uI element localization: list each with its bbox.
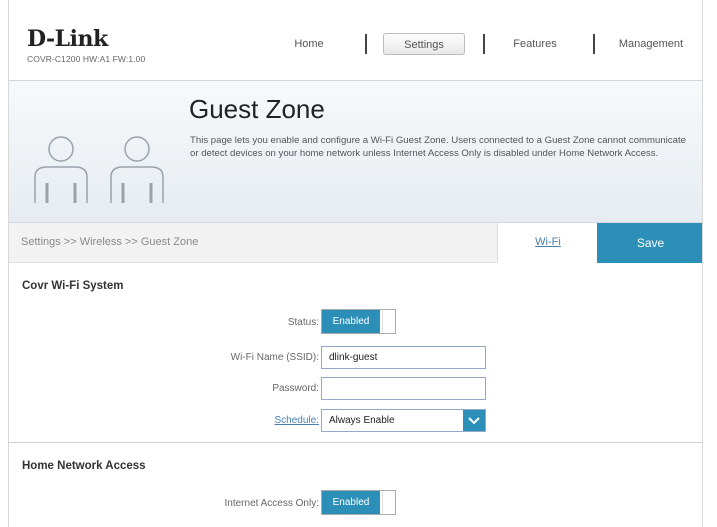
wifi-link[interactable]: Wi-Fi [498, 236, 598, 248]
status-toggle[interactable]: Enabled [321, 309, 396, 334]
ssid-input[interactable] [321, 346, 486, 369]
section-title-covr: Covr Wi-Fi System [22, 280, 124, 292]
internet-access-only-toggle[interactable]: Enabled [321, 490, 396, 515]
guest-zone-banner: Guest Zone This page lets you enable and… [9, 80, 702, 223]
ssid-label: Wi-Fi Name (SSID): [230, 352, 319, 363]
page-description: This page lets you enable and configure … [190, 135, 686, 159]
nav-management[interactable]: Management [611, 33, 691, 55]
nav-features[interactable]: Features [504, 33, 566, 55]
internet-access-only-label: Internet Access Only: [224, 498, 320, 509]
chevron-down-icon [463, 410, 485, 431]
status-toggle-value: Enabled [322, 310, 380, 333]
router-page: D-Link COVR-C1200 HW:A1 FW:1.00 Home Set… [8, 0, 703, 527]
nav-separator [365, 34, 367, 54]
internet-access-only-value: Enabled [322, 491, 380, 514]
section-title-home-network: Home Network Access [22, 460, 146, 472]
model-info: COVR-C1200 HW:A1 FW:1.00 [27, 54, 146, 64]
password-input[interactable] [321, 377, 486, 400]
schedule-link[interactable]: Schedule: [19, 415, 319, 426]
toggle-knob [382, 492, 394, 513]
wifi-link-container: Wi-Fi [497, 223, 597, 263]
schedule-select[interactable]: Always Enable [321, 409, 486, 432]
guest-users-icon [34, 136, 164, 203]
breadcrumb-bar: Settings >> Wireless >> Guest Zone Wi-Fi… [9, 223, 702, 263]
nav-settings[interactable]: Settings [383, 33, 465, 55]
nav-separator [593, 34, 595, 54]
breadcrumb: Settings >> Wireless >> Guest Zone [21, 236, 199, 248]
nav-home[interactable]: Home [279, 33, 339, 55]
header: D-Link COVR-C1200 HW:A1 FW:1.00 Home Set… [9, 0, 702, 80]
schedule-selected-value: Always Enable [329, 415, 395, 426]
toggle-knob [382, 311, 394, 332]
nav-separator [483, 34, 485, 54]
save-button[interactable]: Save [597, 223, 702, 263]
status-label: Status: [287, 317, 319, 328]
page-title: Guest Zone [189, 94, 325, 124]
password-label: Password: [272, 383, 319, 394]
main-nav: Home Settings Features Management [9, 33, 702, 55]
section-divider [9, 442, 702, 443]
